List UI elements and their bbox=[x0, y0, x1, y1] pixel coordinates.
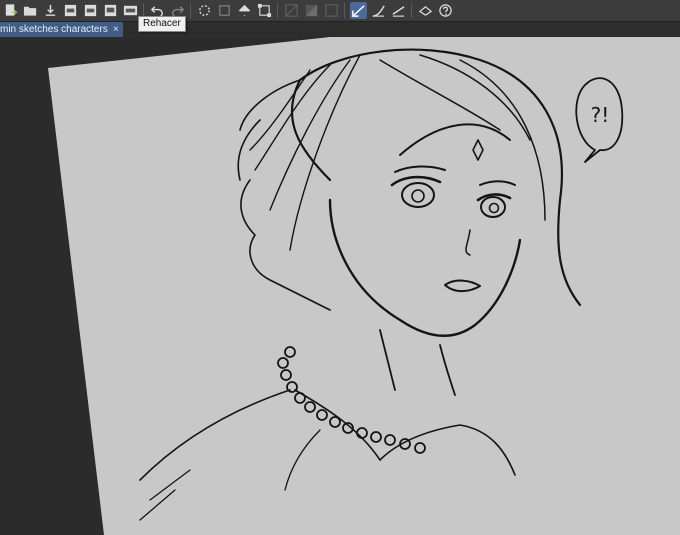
print-icon[interactable] bbox=[102, 2, 119, 19]
tab-document[interactable]: min sketches characters × bbox=[0, 22, 123, 37]
toolbar-separator bbox=[344, 3, 345, 18]
select-all-icon[interactable] bbox=[283, 2, 300, 19]
close-icon[interactable]: × bbox=[113, 22, 119, 37]
speech-bubble-text: ?! bbox=[591, 103, 610, 127]
hat-icon[interactable] bbox=[417, 2, 434, 19]
save-icon[interactable] bbox=[42, 2, 59, 19]
transform-icon[interactable] bbox=[256, 2, 273, 19]
canvas-paper[interactable]: ?! bbox=[0, 37, 680, 535]
export-psd-icon[interactable] bbox=[122, 2, 139, 19]
fill-icon[interactable] bbox=[236, 2, 253, 19]
pen-stabilizer-icon[interactable] bbox=[349, 2, 367, 19]
canvas-workspace[interactable]: ?! bbox=[0, 37, 680, 535]
tooltip: Rehacer bbox=[138, 16, 186, 32]
toolbar-separator bbox=[277, 3, 278, 18]
tab-label: min sketches characters bbox=[0, 24, 108, 35]
toolbar-separator bbox=[411, 3, 412, 18]
toolbar-separator bbox=[190, 3, 191, 18]
export-png-icon[interactable] bbox=[62, 2, 79, 19]
record-icon[interactable] bbox=[216, 2, 233, 19]
document-tab-bar: min sketches characters × bbox=[0, 22, 680, 37]
invert-selection-icon[interactable] bbox=[303, 2, 320, 19]
deselect-icon[interactable] bbox=[323, 2, 340, 19]
help-icon[interactable] bbox=[437, 2, 454, 19]
export-jpg-icon[interactable] bbox=[82, 2, 99, 19]
pen-curve-icon[interactable] bbox=[370, 2, 387, 19]
pen-straight-icon[interactable] bbox=[390, 2, 407, 19]
open-folder-icon[interactable] bbox=[22, 2, 39, 19]
new-file-icon[interactable] bbox=[2, 2, 19, 19]
loading-icon[interactable] bbox=[196, 2, 213, 19]
main-toolbar bbox=[0, 0, 680, 22]
